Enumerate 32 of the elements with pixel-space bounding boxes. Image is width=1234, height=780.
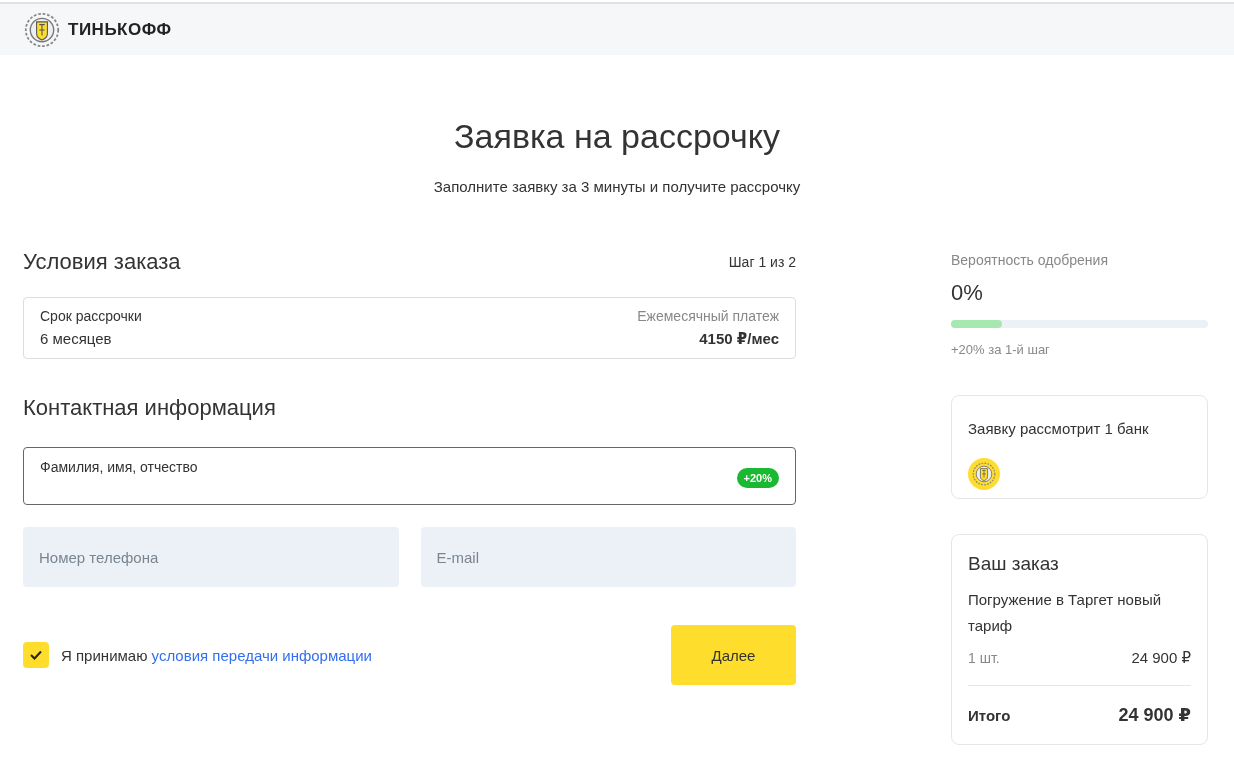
total-label: Итого [968, 706, 1011, 724]
order-heading: Ваш заказ [968, 553, 1060, 575]
item-price: 24 900 ₽ [1131, 649, 1191, 667]
payment-label: Ежемесячный платеж [637, 308, 779, 324]
bonus-badge: +20% [736, 468, 779, 488]
product-name: Погружение в Таргет новый тариф [968, 590, 1163, 636]
page-subtitle: Заполните заявку за 3 минуты и получите рассрочку [432, 178, 802, 195]
section-heading: Контактная информация [23, 395, 277, 421]
bank-emblem-icon [24, 11, 60, 48]
bank-emblem-icon [972, 462, 996, 486]
input-field[interactable]: Номер телефона [23, 527, 399, 587]
approval-label: Вероятность одобрения [951, 252, 1109, 268]
term-label: Срок рассрочки [40, 308, 142, 324]
full-name-field[interactable]: Фамилия, имя, отчество +20% [23, 447, 796, 505]
term-value: 6 месяцев [40, 330, 113, 347]
consent-checkbox[interactable] [23, 642, 49, 668]
brand-logo-text[interactable]: ТИНЬКОФФ [68, 19, 172, 40]
consent-text: Я принимаю условия передачи информации [61, 646, 372, 664]
banks-text: Заявку рассмотрит 1 банк [968, 419, 1150, 439]
check-icon [29, 648, 43, 662]
section-heading: Условия заказа [23, 249, 181, 275]
next-button[interactable]: Далее [671, 625, 796, 685]
quantity: 1 шт. [968, 650, 1000, 666]
step-counter: Шаг 1 из 2 [728, 254, 796, 270]
page-title: Заявка на рассрочку [453, 117, 781, 156]
terms-link[interactable]: условия передачи информации [151, 646, 372, 664]
field-label: Фамилия, имя, отчество [40, 459, 198, 475]
approval-hint: +20% за 1-й шаг [951, 342, 1051, 357]
input-field[interactable]: E-mail [420, 527, 796, 587]
total-price: 24 900 ₽ [1118, 704, 1191, 726]
payment-value: 4150 ₽/мес [698, 330, 779, 348]
approval-value: 0% [951, 280, 984, 306]
